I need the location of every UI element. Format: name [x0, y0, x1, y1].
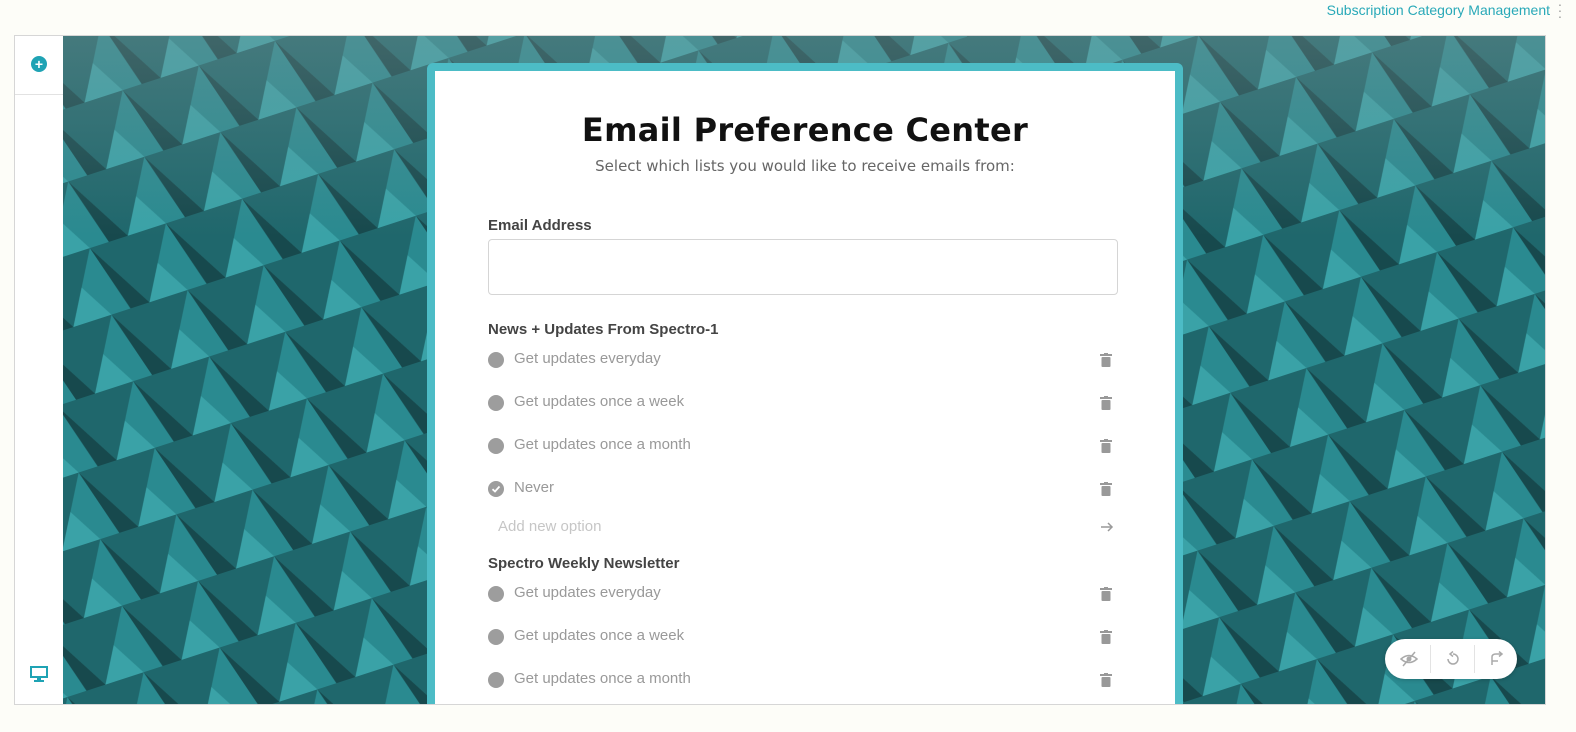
checkmark-icon — [491, 485, 501, 493]
option-label: Get updates once a month — [514, 436, 691, 453]
undo-icon[interactable] — [1431, 639, 1475, 679]
trash-icon[interactable] — [1100, 396, 1112, 410]
group-title: Spectro Weekly Newsletter — [488, 555, 680, 572]
preference-form: Email Preference Center Select which lis… — [435, 71, 1175, 704]
page-title: Email Preference Center — [581, 111, 1029, 149]
radio-button[interactable] — [488, 586, 504, 602]
redo-icon[interactable] — [1475, 639, 1519, 679]
preference-card: Email Preference Center Select which lis… — [427, 63, 1183, 704]
page-subtitle: Select which lists you would like to rec… — [595, 157, 1015, 175]
radio-button[interactable] — [488, 629, 504, 645]
trash-icon[interactable] — [1100, 587, 1112, 601]
option-row[interactable]: Get updates once a week — [488, 391, 1118, 415]
left-toolbar: + — [15, 36, 64, 704]
trash-icon[interactable] — [1100, 353, 1112, 367]
option-row[interactable]: Get updates everyday — [488, 348, 1118, 372]
trash-icon[interactable] — [1100, 439, 1112, 453]
kebab-menu-icon[interactable]: · · · — [1556, 0, 1564, 23]
option-row[interactable]: Never — [488, 477, 1118, 501]
email-field[interactable] — [488, 239, 1118, 295]
divider — [15, 94, 63, 95]
option-label: Get updates everyday — [514, 350, 661, 367]
floating-toolbar — [1385, 639, 1517, 679]
preview-canvas: Email Preference Center Select which lis… — [63, 36, 1545, 704]
plus-circle-icon[interactable]: + — [31, 56, 47, 72]
radio-button[interactable] — [488, 438, 504, 454]
option-label: Get updates everyday — [514, 584, 661, 601]
trash-icon[interactable] — [1100, 482, 1112, 496]
subscription-category-management-link[interactable]: Subscription Category Management — [1327, 2, 1550, 18]
option-label: Get updates once a week — [514, 393, 685, 410]
option-label: Get updates once a week — [514, 627, 685, 644]
trash-icon[interactable] — [1100, 673, 1112, 687]
add-option-input[interactable]: Add new option — [498, 518, 1118, 540]
option-label: Get updates once a month — [514, 670, 691, 687]
option-row[interactable]: Get updates once a month — [488, 668, 1118, 692]
group-title: News + Updates From Spectro-1 — [488, 321, 719, 338]
option-row[interactable]: Get updates once a month — [488, 434, 1118, 458]
editor-frame: + Email Preference Center Select which l… — [14, 35, 1546, 705]
top-bar: Subscription Category Management · · · — [0, 0, 1576, 34]
radio-button[interactable] — [488, 672, 504, 688]
radio-button[interactable] — [488, 352, 504, 368]
email-label: Email Address — [488, 217, 592, 234]
add-option-placeholder: Add new option — [498, 518, 602, 535]
desktop-icon[interactable] — [30, 666, 48, 682]
radio-button[interactable] — [488, 395, 504, 411]
eye-slash-icon[interactable] — [1387, 639, 1431, 679]
option-row[interactable]: Get updates once a week — [488, 625, 1118, 649]
radio-button-checked[interactable] — [488, 481, 504, 497]
option-row[interactable]: Get updates everyday — [488, 582, 1118, 606]
option-label: Never — [514, 479, 555, 496]
arrow-right-icon[interactable] — [1100, 520, 1114, 534]
trash-icon[interactable] — [1100, 630, 1112, 644]
